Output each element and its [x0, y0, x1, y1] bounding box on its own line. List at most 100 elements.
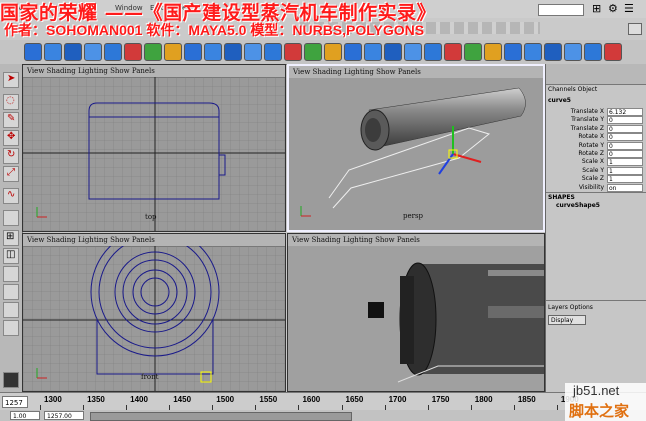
persp-outliner-icon[interactable]	[3, 266, 19, 282]
cylinder-icon[interactable]	[64, 43, 82, 61]
plane-icon[interactable]	[104, 43, 122, 61]
attribute-value-field[interactable]: 0	[607, 116, 643, 125]
triangulate-icon[interactable]	[484, 43, 502, 61]
frame-tick-label: 1800	[474, 395, 493, 404]
time-slider[interactable]: 1257 1300 1350 1400 1450 1500 1550 1600 1650 170…	[0, 392, 646, 411]
subdiv-icon[interactable]	[524, 43, 542, 61]
frame-tick-label: 1300	[44, 395, 62, 404]
combine-icon[interactable]	[444, 43, 462, 61]
shapes-section	[546, 192, 646, 193]
range-end-value: 1257.00	[47, 413, 72, 420]
frame-tick-label: 1450	[173, 395, 192, 404]
range-end-field[interactable]: 1257.00	[44, 411, 84, 420]
poly-cone-icon[interactable]	[244, 43, 262, 61]
command-field[interactable]	[538, 4, 584, 16]
persp-graph-icon[interactable]	[3, 284, 19, 300]
range-start-field[interactable]: 1.00	[10, 411, 40, 420]
rotate-tool-icon[interactable]: ↻	[3, 148, 19, 164]
attribute-label: Translate X	[570, 108, 604, 115]
square-icon[interactable]	[164, 43, 182, 61]
range-slider[interactable]: 1.00 1257.00	[0, 410, 646, 421]
select-tool-icon[interactable]: ⊞	[592, 2, 601, 15]
viewport-label: top	[145, 213, 157, 221]
merge-icon[interactable]	[344, 43, 362, 61]
channel-box-tabs[interactable]: Channels Object	[548, 86, 597, 93]
separate-icon[interactable]	[464, 43, 482, 61]
boiler-closeup	[399, 262, 544, 376]
tool-settings-icon[interactable]: ⚙	[608, 2, 618, 15]
range-start-value: 1.00	[13, 413, 27, 420]
attribute-value-field[interactable]: 0	[607, 150, 643, 158]
range-handle[interactable]	[90, 412, 352, 421]
viewport-persp[interactable]: View Shading Lighting Show Panels persp	[287, 64, 545, 232]
split-icon[interactable]	[324, 43, 342, 61]
cone-icon[interactable]	[84, 43, 102, 61]
layer-divider	[546, 300, 646, 301]
poly-torus-icon[interactable]	[284, 43, 302, 61]
viewport-front[interactable]: View Shading Lighting Show Panels front	[22, 233, 286, 392]
quadrangulate-icon[interactable]	[504, 43, 522, 61]
cube-icon[interactable]	[44, 43, 62, 61]
attribute-value-field[interactable]: 0	[607, 133, 643, 142]
curve-tool-icon[interactable]: ∿	[3, 188, 19, 204]
viewport-side[interactable]: View Shading Lighting Show Panels	[287, 233, 545, 392]
sphere-icon[interactable]	[24, 43, 42, 61]
attribute-label: Scale X	[581, 158, 604, 166]
frame-tick-label: 1350	[87, 395, 105, 404]
scale-tool-icon[interactable]: ⤢	[3, 166, 19, 182]
lasso-icon[interactable]: ◌	[3, 94, 19, 110]
wedge-icon[interactable]	[384, 43, 402, 61]
poly-cylinder-icon[interactable]	[224, 43, 242, 61]
select-arrow-icon[interactable]: ➤	[3, 72, 19, 88]
poly-sphere-icon[interactable]	[184, 43, 202, 61]
dark-detail	[368, 302, 384, 318]
layer-mode-dropdown[interactable]: Display	[548, 315, 586, 325]
attribute-value-field[interactable]: on	[607, 183, 643, 192]
attribute-label: Rotate Z	[578, 150, 604, 157]
attribute-value-field[interactable]: 1	[607, 175, 643, 184]
shelf	[0, 40, 646, 65]
extrude-icon[interactable]	[304, 43, 322, 61]
hypershade-icon[interactable]	[3, 302, 19, 318]
fill-hole-icon[interactable]	[604, 43, 622, 61]
attribute-value-field[interactable]: 6.132	[607, 108, 643, 116]
four-view-icon[interactable]: ⊞	[3, 230, 19, 246]
single-view-icon[interactable]	[3, 210, 19, 226]
current-frame-field[interactable]: 1257	[2, 396, 28, 408]
viewport-canvas	[289, 78, 543, 230]
panel-toggle-button[interactable]	[628, 23, 642, 35]
outliner-icon[interactable]	[3, 320, 19, 336]
frame-tick-label: 1500	[216, 395, 235, 404]
channel-box-header	[546, 64, 646, 85]
watermark-url: jb51.net	[573, 383, 620, 398]
watermark: jb51.net 脚本之家	[565, 383, 646, 421]
attribute-label: Rotate Y	[578, 141, 604, 149]
shape-name[interactable]: curveShape5	[556, 202, 600, 209]
channel-box: Channels Object curve5 Translate X 6.132 T…	[545, 64, 646, 392]
poly-plane-icon[interactable]	[264, 43, 282, 61]
move-tool-icon[interactable]: ✥	[3, 130, 19, 146]
poly-cube-icon[interactable]	[204, 43, 222, 61]
viewport-canvas	[23, 246, 285, 391]
attribute-value-field[interactable]: 1	[607, 166, 643, 175]
side-by-side-icon[interactable]: ◫	[3, 248, 19, 264]
layer-menu[interactable]: Layers Options	[548, 304, 593, 311]
attribute-value-field[interactable]: 0	[607, 124, 643, 133]
cut-icon[interactable]	[364, 43, 382, 61]
sculpt-icon[interactable]	[584, 43, 602, 61]
mirror-icon[interactable]	[424, 43, 442, 61]
attribute-value-field[interactable]: 0	[607, 141, 643, 150]
bevel-icon[interactable]	[544, 43, 562, 61]
smooth-icon[interactable]	[404, 43, 422, 61]
viewport-canvas	[288, 246, 544, 391]
layout-icon[interactable]: ☰	[624, 2, 634, 15]
paint-select-icon[interactable]: ✎	[3, 112, 19, 128]
viewport-label: persp	[403, 212, 424, 220]
circle-icon[interactable]	[144, 43, 162, 61]
frame-tick-label: 1600	[302, 395, 321, 404]
viewport-canvas	[23, 77, 285, 231]
viewport-top[interactable]: View Shading Lighting Show Panels top	[22, 64, 286, 232]
append-icon[interactable]	[564, 43, 582, 61]
torus-icon[interactable]	[124, 43, 142, 61]
attribute-value-field[interactable]: 1	[607, 158, 643, 167]
